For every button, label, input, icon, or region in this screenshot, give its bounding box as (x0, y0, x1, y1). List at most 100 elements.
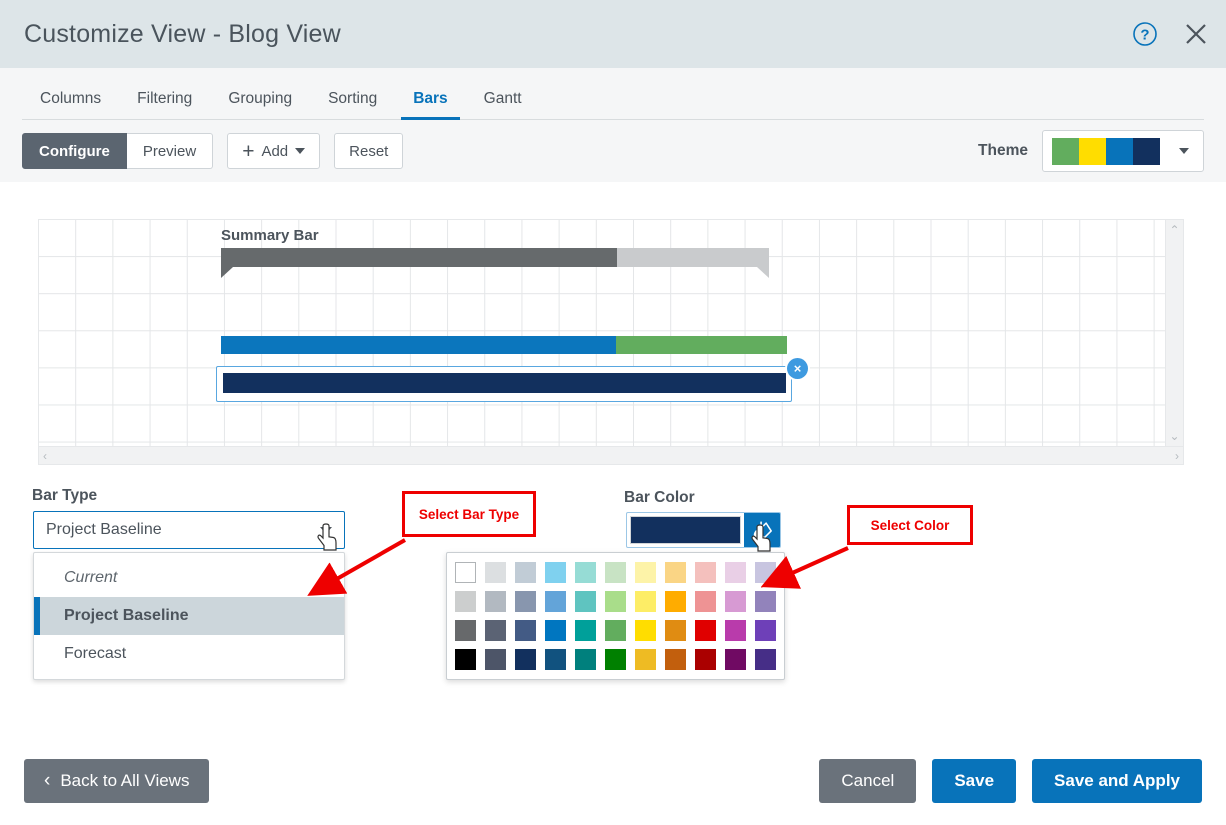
color-swatch[interactable] (575, 649, 596, 670)
color-swatch[interactable] (545, 562, 566, 583)
color-swatch[interactable] (485, 649, 506, 670)
theme-control: Theme (978, 130, 1204, 172)
color-swatch[interactable] (485, 620, 506, 641)
color-swatch[interactable] (755, 562, 776, 583)
color-swatch[interactable] (485, 562, 506, 583)
save-and-apply-button[interactable]: Save and Apply (1032, 759, 1202, 803)
color-swatch[interactable] (665, 649, 686, 670)
tab-filtering[interactable]: Filtering (119, 90, 210, 120)
color-palette-row (455, 649, 776, 670)
paint-bucket-icon[interactable] (744, 513, 780, 547)
color-swatch[interactable] (695, 562, 716, 583)
color-swatch[interactable] (725, 562, 746, 583)
scroll-down-icon[interactable]: ⌄ (1169, 430, 1179, 442)
color-swatch[interactable] (605, 591, 626, 612)
color-swatch[interactable] (635, 562, 656, 583)
configure-button[interactable]: Configure (22, 133, 127, 169)
color-swatch[interactable] (725, 649, 746, 670)
bar-type-select[interactable]: Project Baseline (33, 511, 345, 549)
chevron-down-icon (295, 148, 305, 154)
color-swatch[interactable] (545, 649, 566, 670)
scroll-up-icon[interactable]: ⌃ (1169, 224, 1179, 236)
color-palette-row (455, 620, 776, 641)
color-swatch[interactable] (725, 620, 746, 641)
tab-bars[interactable]: Bars (395, 90, 465, 120)
theme-swatch-3 (1106, 138, 1133, 165)
color-swatch[interactable] (635, 620, 656, 641)
chevron-down-icon (1179, 148, 1189, 154)
theme-label: Theme (978, 142, 1028, 160)
color-swatch[interactable] (515, 649, 536, 670)
color-swatch[interactable] (515, 562, 536, 583)
bar-type-dropdown: Current Project Baseline Forecast (33, 552, 345, 680)
color-swatch[interactable] (455, 591, 476, 612)
color-swatch[interactable] (725, 591, 746, 612)
reset-button[interactable]: Reset (334, 133, 403, 169)
bar-color-preview (630, 516, 741, 544)
back-button-label: Back to All Views (60, 771, 189, 791)
bar-type-option-project-baseline[interactable]: Project Baseline (34, 597, 344, 635)
cancel-button[interactable]: Cancel (819, 759, 916, 803)
bar-color-picker-button[interactable] (626, 512, 781, 548)
dialog-header: Customize View - Blog View ? (0, 0, 1226, 68)
theme-select[interactable] (1042, 130, 1204, 172)
color-swatch[interactable] (605, 562, 626, 583)
color-swatch[interactable] (545, 620, 566, 641)
page-title: Customize View - Blog View (24, 20, 341, 49)
color-swatch[interactable] (755, 620, 776, 641)
project-baseline-bar[interactable] (223, 373, 786, 393)
summary-bar-left-tail (221, 267, 233, 278)
color-swatch[interactable] (755, 591, 776, 612)
tab-sorting[interactable]: Sorting (310, 90, 395, 120)
gantt-horizontal-scrollbar[interactable]: ‹ › (39, 446, 1183, 464)
color-swatch[interactable] (575, 562, 596, 583)
color-swatch[interactable] (665, 591, 686, 612)
color-swatch[interactable] (455, 562, 476, 583)
summary-bar-progress (221, 248, 617, 267)
color-swatch[interactable] (635, 591, 656, 612)
scroll-right-icon[interactable]: › (1175, 450, 1179, 462)
color-swatch[interactable] (455, 620, 476, 641)
delete-bar-badge[interactable]: × (787, 358, 808, 379)
tab-gantt[interactable]: Gantt (466, 90, 540, 120)
chevron-down-icon (320, 527, 332, 534)
save-button[interactable]: Save (932, 759, 1016, 803)
tab-grouping[interactable]: Grouping (210, 90, 310, 120)
color-swatch[interactable] (665, 562, 686, 583)
close-x-icon[interactable] (1184, 22, 1208, 46)
add-button[interactable]: + Add (227, 133, 320, 169)
color-palette-row (455, 562, 776, 583)
summary-bar[interactable] (221, 248, 769, 267)
gantt-vertical-scrollbar[interactable]: ⌃ ⌄ (1165, 220, 1183, 446)
color-swatch[interactable] (485, 591, 506, 612)
color-swatch[interactable] (755, 649, 776, 670)
task-bar[interactable] (221, 336, 787, 354)
color-swatch[interactable] (665, 620, 686, 641)
back-to-all-views-button[interactable]: ‹ Back to All Views (24, 759, 209, 803)
color-swatch[interactable] (575, 591, 596, 612)
color-swatch[interactable] (695, 620, 716, 641)
color-swatch[interactable] (605, 649, 626, 670)
color-swatch[interactable] (515, 620, 536, 641)
bar-type-option-current[interactable]: Current (34, 559, 344, 597)
color-swatch[interactable] (695, 591, 716, 612)
color-swatch[interactable] (635, 649, 656, 670)
color-swatch[interactable] (575, 620, 596, 641)
dialog-footer: ‹ Back to All Views Cancel Save Save and… (0, 737, 1226, 825)
gantt-grid: Summary Bar × (39, 220, 1165, 446)
preview-button[interactable]: Preview (127, 133, 213, 169)
color-swatch[interactable] (515, 591, 536, 612)
theme-swatch-2 (1079, 138, 1106, 165)
color-swatch[interactable] (545, 591, 566, 612)
configure-preview-toggle: Configure Preview (22, 133, 213, 169)
question-mark-circle-icon[interactable]: ? (1132, 21, 1158, 47)
tab-bar: Columns Filtering Grouping Sorting Bars … (0, 68, 1226, 120)
color-swatch[interactable] (455, 649, 476, 670)
color-swatch[interactable] (605, 620, 626, 641)
bar-type-option-forecast[interactable]: Forecast (34, 635, 344, 673)
tab-columns[interactable]: Columns (22, 90, 119, 120)
scroll-left-icon[interactable]: ‹ (43, 450, 47, 462)
color-swatch[interactable] (695, 649, 716, 670)
add-button-label: Add (261, 143, 288, 160)
theme-swatch-4 (1133, 138, 1160, 165)
